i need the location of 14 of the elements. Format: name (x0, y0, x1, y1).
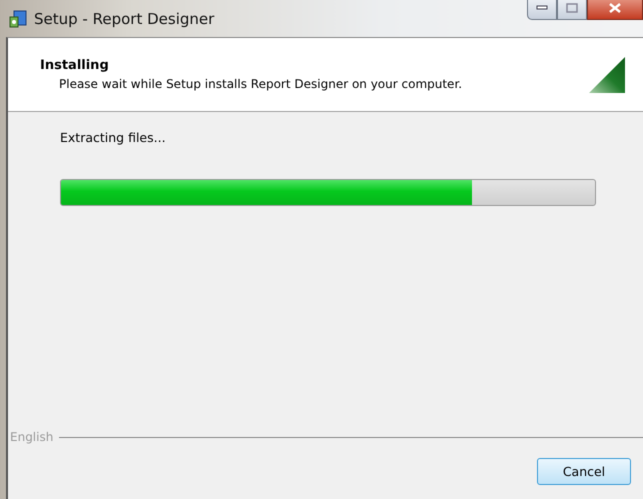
maximize-icon (566, 3, 578, 13)
status-text: Extracting files... (60, 130, 167, 145)
page-title: Installing (40, 58, 110, 73)
setup-box-icon (8, 8, 28, 28)
triangle-logo-icon (589, 56, 625, 92)
language-label: English (10, 430, 54, 444)
window-title: Setup - Report Designer (34, 10, 214, 28)
close-icon (609, 3, 621, 13)
minimize-icon (536, 5, 548, 11)
minimize-button[interactable] (527, 0, 557, 20)
cancel-button[interactable]: Cancel (537, 458, 631, 485)
maximize-button[interactable] (557, 0, 587, 20)
page-subtitle: Please wait while Setup installs Report Designer on your computer. (58, 77, 462, 91)
close-button[interactable] (587, 0, 643, 20)
